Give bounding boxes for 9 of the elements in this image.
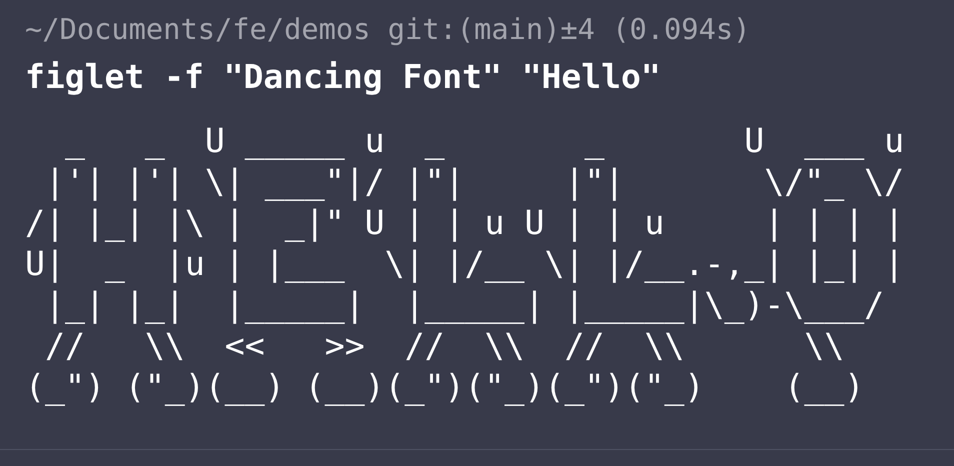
ascii-art-line: (_") ("_)(__) (__)(_")("_)(_")("_) (__) [25, 366, 864, 407]
ascii-art-line: |_| |_| |_____| |_____| |_____|\_)-\___/ [44, 284, 884, 325]
ascii-art-line: /| |_| |\ | _|" U | | u U | | u | | | | [25, 202, 904, 243]
ascii-art-line: U| _ |u | |___ \| |/__ \| |/__.-,_| |_| | [25, 243, 904, 284]
ascii-art-line: // \\ << >> // \\ // \\ \\ [44, 325, 844, 366]
ascii-art-line: |'| |'| \| ___"|/ |"| |"| \/"_ \/ [44, 161, 904, 202]
ascii-art-line: _ _ U _____ u _ _ U ___ u [64, 120, 904, 161]
command-line: figlet -f "Dancing Font" "Hello" [25, 57, 661, 97]
shell-prompt: ~/Documents/fe/demos git:(main)±4 (0.094s) [25, 11, 750, 47]
